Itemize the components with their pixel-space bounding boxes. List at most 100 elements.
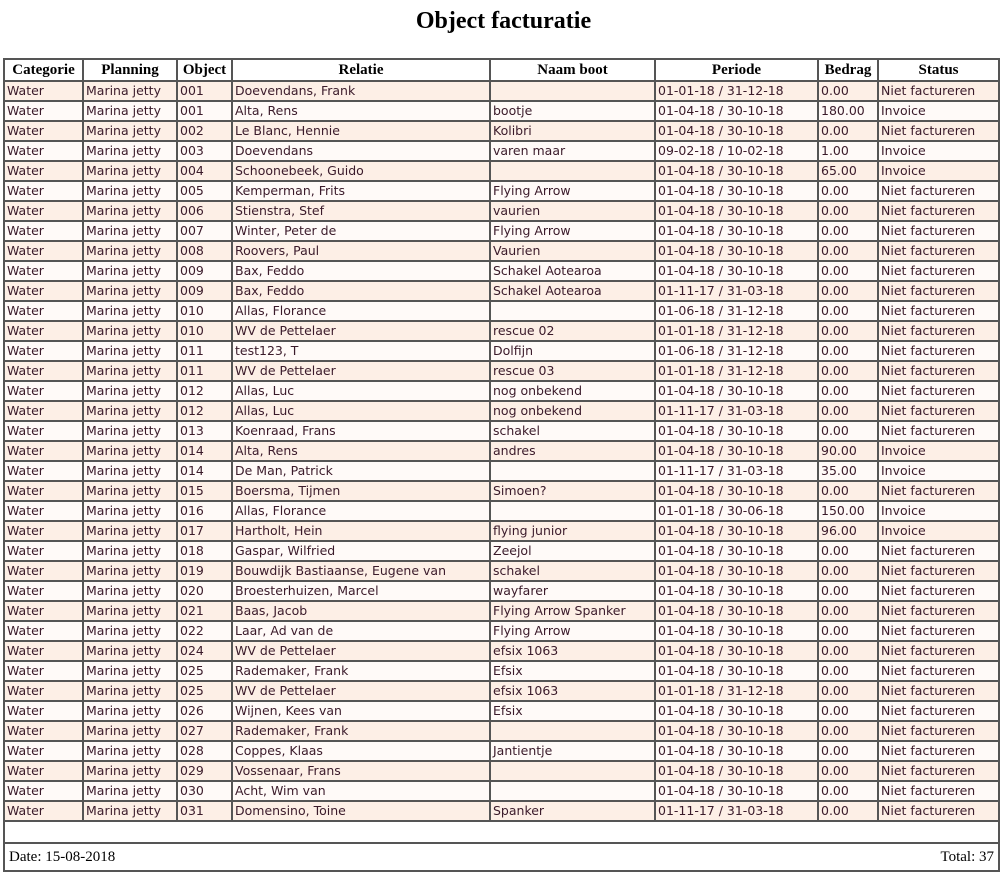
table-row: Water Marina jetty 030 Acht, Wim van 01-04-1… bbox=[4, 781, 999, 801]
cell-bedrag: 0.00 bbox=[818, 81, 878, 101]
cell-object: 014 bbox=[177, 441, 232, 461]
cell-categorie: Water bbox=[4, 121, 83, 141]
cell-status: Niet factureren bbox=[878, 121, 999, 141]
cell-categorie: Water bbox=[4, 621, 83, 641]
cell-relatie: Allas, Florance bbox=[232, 501, 490, 521]
cell-planning: Marina jetty bbox=[83, 81, 177, 101]
cell-bedrag: 65.00 bbox=[818, 161, 878, 181]
cell-planning: Marina jetty bbox=[83, 801, 177, 821]
report-total: Total: 37 bbox=[940, 849, 994, 865]
table-row: Water Marina jetty 025 WV de Pettelaer efsix… bbox=[4, 681, 999, 701]
cell-object: 027 bbox=[177, 721, 232, 741]
cell-bedrag: 0.00 bbox=[818, 281, 878, 301]
cell-naam-boot: Efsix bbox=[490, 661, 655, 681]
cell-object: 015 bbox=[177, 481, 232, 501]
cell-periode: 01-04-18 / 30-10-18 bbox=[655, 581, 818, 601]
cell-categorie: Water bbox=[4, 101, 83, 121]
cell-relatie: Rademaker, Frank bbox=[232, 661, 490, 681]
cell-naam-boot: Vaurien bbox=[490, 241, 655, 261]
column-header-planning: Planning bbox=[83, 59, 177, 81]
cell-status: Invoice bbox=[878, 461, 999, 481]
cell-categorie: Water bbox=[4, 261, 83, 281]
cell-bedrag: 0.00 bbox=[818, 301, 878, 321]
cell-bedrag: 0.00 bbox=[818, 541, 878, 561]
cell-planning: Marina jetty bbox=[83, 581, 177, 601]
cell-status: Niet factureren bbox=[878, 481, 999, 501]
column-header-object: Object bbox=[177, 59, 232, 81]
cell-periode: 01-04-18 / 30-10-18 bbox=[655, 121, 818, 141]
cell-status: Niet factureren bbox=[878, 421, 999, 441]
cell-bedrag: 0.00 bbox=[818, 801, 878, 821]
cell-status: Niet factureren bbox=[878, 741, 999, 761]
cell-periode: 01-04-18 / 30-10-18 bbox=[655, 201, 818, 221]
cell-relatie: Roovers, Paul bbox=[232, 241, 490, 261]
cell-categorie: Water bbox=[4, 521, 83, 541]
cell-categorie: Water bbox=[4, 361, 83, 381]
cell-status: Niet factureren bbox=[878, 761, 999, 781]
table-row: Water Marina jetty 020 Broesterhuizen, Marc… bbox=[4, 581, 999, 601]
table-row: Water Marina jetty 021 Baas, Jacob Flying Ar… bbox=[4, 601, 999, 621]
cell-naam-boot: wayfarer bbox=[490, 581, 655, 601]
cell-categorie: Water bbox=[4, 381, 83, 401]
cell-object: 001 bbox=[177, 101, 232, 121]
cell-relatie: Alta, Rens bbox=[232, 441, 490, 461]
cell-object: 011 bbox=[177, 341, 232, 361]
cell-planning: Marina jetty bbox=[83, 701, 177, 721]
table-row: Water Marina jetty 012 Allas, Luc nog onbeke… bbox=[4, 381, 999, 401]
cell-periode: 01-04-18 / 30-10-18 bbox=[655, 181, 818, 201]
cell-naam-boot bbox=[490, 781, 655, 801]
cell-object: 017 bbox=[177, 521, 232, 541]
cell-periode: 01-04-18 / 30-10-18 bbox=[655, 641, 818, 661]
cell-bedrag: 0.00 bbox=[818, 661, 878, 681]
cell-relatie: test123, T bbox=[232, 341, 490, 361]
cell-bedrag: 0.00 bbox=[818, 221, 878, 241]
cell-naam-boot: Schakel Aotearoa bbox=[490, 261, 655, 281]
cell-categorie: Water bbox=[4, 401, 83, 421]
cell-periode: 01-04-18 / 30-10-18 bbox=[655, 381, 818, 401]
cell-periode: 01-11-17 / 31-03-18 bbox=[655, 401, 818, 421]
cell-planning: Marina jetty bbox=[83, 141, 177, 161]
cell-naam-boot bbox=[490, 461, 655, 481]
cell-bedrag: 150.00 bbox=[818, 501, 878, 521]
table-row: Water Marina jetty 011 test123, T Dolfijn 01-… bbox=[4, 341, 999, 361]
cell-relatie: Doevendans, Frank bbox=[232, 81, 490, 101]
cell-naam-boot: nog onbekend bbox=[490, 401, 655, 421]
cell-naam-boot: Flying Arrow Spanker bbox=[490, 601, 655, 621]
cell-categorie: Water bbox=[4, 461, 83, 481]
cell-relatie: Vossenaar, Frans bbox=[232, 761, 490, 781]
cell-periode: 01-04-18 / 30-10-18 bbox=[655, 741, 818, 761]
cell-object: 021 bbox=[177, 601, 232, 621]
cell-categorie: Water bbox=[4, 201, 83, 221]
cell-relatie: Schoonebeek, Guido bbox=[232, 161, 490, 181]
table-row: Water Marina jetty 004 Schoonebeek, Guido 01… bbox=[4, 161, 999, 181]
cell-naam-boot: Flying Arrow bbox=[490, 181, 655, 201]
cell-relatie: Baas, Jacob bbox=[232, 601, 490, 621]
cell-bedrag: 0.00 bbox=[818, 561, 878, 581]
cell-periode: 01-04-18 / 30-10-18 bbox=[655, 781, 818, 801]
cell-status: Niet factureren bbox=[878, 261, 999, 281]
cell-naam-boot: Schakel Aotearoa bbox=[490, 281, 655, 301]
cell-object: 009 bbox=[177, 261, 232, 281]
cell-naam-boot: efsix 1063 bbox=[490, 681, 655, 701]
cell-planning: Marina jetty bbox=[83, 741, 177, 761]
cell-bedrag: 90.00 bbox=[818, 441, 878, 461]
cell-categorie: Water bbox=[4, 321, 83, 341]
cell-relatie: Alta, Rens bbox=[232, 101, 490, 121]
cell-object: 009 bbox=[177, 281, 232, 301]
spacer-row bbox=[4, 821, 999, 843]
cell-status: Niet factureren bbox=[878, 321, 999, 341]
cell-bedrag: 0.00 bbox=[818, 361, 878, 381]
cell-status: Niet factureren bbox=[878, 681, 999, 701]
cell-status: Niet factureren bbox=[878, 361, 999, 381]
cell-relatie: Bouwdijk Bastiaanse, Eugene van bbox=[232, 561, 490, 581]
cell-relatie: Rademaker, Frank bbox=[232, 721, 490, 741]
table-row: Water Marina jetty 001 Doevendans, Frank 01-… bbox=[4, 81, 999, 101]
cell-bedrag: 0.00 bbox=[818, 381, 878, 401]
cell-object: 028 bbox=[177, 741, 232, 761]
cell-bedrag: 0.00 bbox=[818, 721, 878, 741]
cell-bedrag: 0.00 bbox=[818, 701, 878, 721]
cell-status: Niet factureren bbox=[878, 781, 999, 801]
cell-relatie: Kemperman, Frits bbox=[232, 181, 490, 201]
cell-categorie: Water bbox=[4, 241, 83, 261]
cell-naam-boot: efsix 1063 bbox=[490, 641, 655, 661]
